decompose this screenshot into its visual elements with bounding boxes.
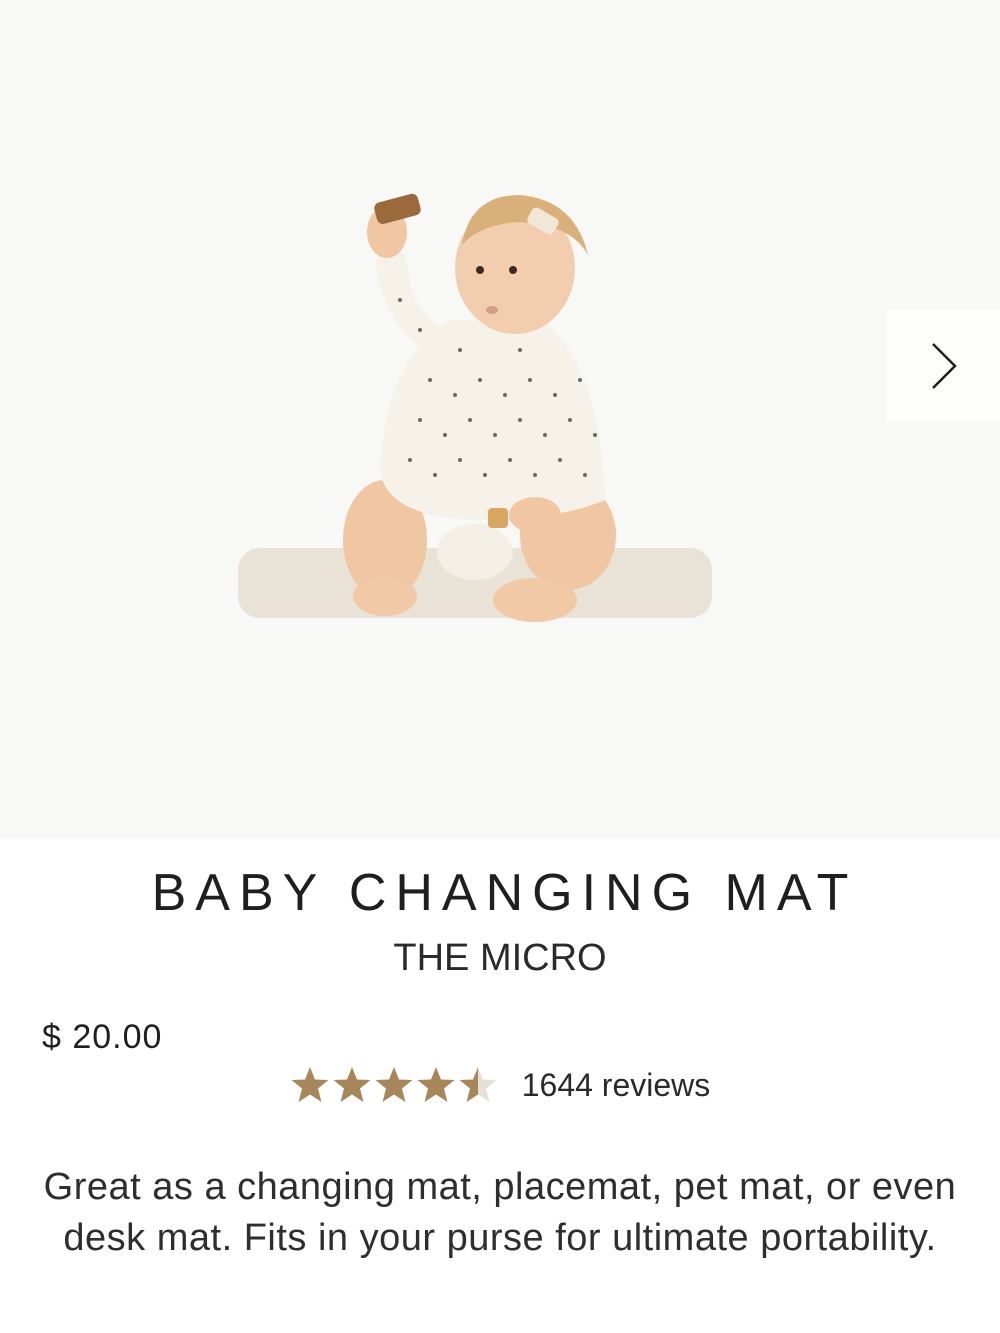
star-rating	[290, 1065, 498, 1105]
product-subtitle: THE MICRO	[393, 937, 607, 979]
star-icon	[459, 1067, 497, 1102]
star-icon	[375, 1067, 413, 1102]
next-image-button[interactable]	[887, 310, 1000, 421]
reviews-link[interactable]: 1644 reviews	[522, 1062, 711, 1108]
product-title: BABY CHANGING MAT	[151, 864, 858, 922]
product-price: $ 20.00	[42, 1018, 163, 1056]
rating-summary[interactable]: 1644 reviews	[0, 1062, 1000, 1108]
star-icon	[417, 1067, 455, 1102]
product-photo	[238, 193, 712, 622]
product-page: BABY CHANGING MAT THE MICRO $ 20.00 1644…	[0, 0, 1000, 1333]
product-image-carousel[interactable]	[0, 0, 1000, 838]
chevron-right-icon	[931, 342, 957, 389]
star-icon	[291, 1067, 329, 1102]
product-description: Great as a changing mat, placemat, pet m…	[43, 1166, 957, 1259]
star-icon	[333, 1067, 371, 1102]
